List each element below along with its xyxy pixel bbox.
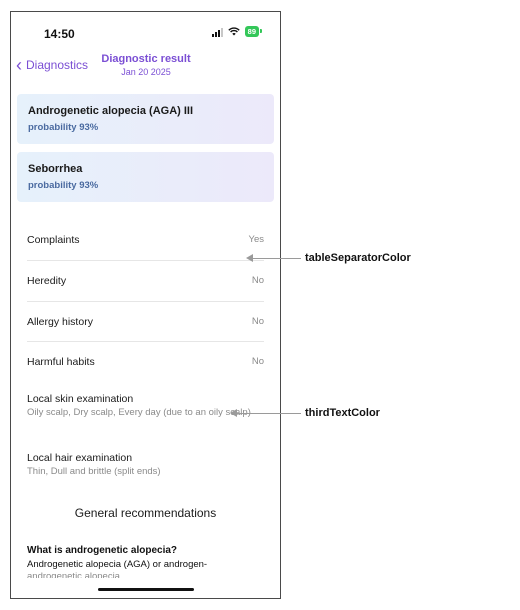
annotation-label: thirdTextColor <box>305 407 380 419</box>
nav-title: Diagnostic result Jan 20 2025 <box>96 53 196 77</box>
row-label: Heredity <box>27 275 67 287</box>
diagnosis-card[interactable]: Seborrhea probability 93% <box>17 152 274 202</box>
page-date: Jan 20 2025 <box>121 67 171 77</box>
annotation-arrow <box>246 254 301 262</box>
row-value: No <box>251 316 264 327</box>
battery-icon: 89 <box>244 26 263 37</box>
annotation-line <box>237 412 301 414</box>
annotation-label: tableSeparatorColor <box>305 252 411 264</box>
row-value: Yes <box>248 234 265 245</box>
wifi-icon <box>227 27 240 36</box>
annotation-arrow <box>230 409 301 417</box>
table-separator <box>27 301 264 302</box>
diagnosis-card[interactable]: Androgenetic alopecia (AGA) III probabil… <box>17 94 274 144</box>
table-separator <box>27 260 264 261</box>
hair-examination: Local hair examination Thin, Dull and br… <box>27 452 267 478</box>
exam-title: Local skin examination <box>27 393 134 405</box>
diagnosis-title: Androgenetic alopecia (AGA) III <box>28 105 194 117</box>
signal-icon <box>211 27 223 37</box>
row-label: Allergy history <box>27 316 93 328</box>
annotation-line <box>253 257 301 259</box>
recommendations-title: General recommendations <box>74 506 217 520</box>
faq-question[interactable]: What is androgenetic alopecia? <box>27 545 177 556</box>
status-time: 14:50 <box>44 27 75 41</box>
chevron-left-icon: ‹ <box>16 55 22 75</box>
page-title: Diagnostic result <box>101 53 191 65</box>
home-indicator <box>98 588 194 591</box>
diagnosis-probability: probability 93% <box>28 122 99 133</box>
row-label: Complaints <box>27 234 80 246</box>
faq-answer: Androgenetic alopecia (AGA) or androgen- <box>27 559 208 570</box>
phone-frame: 14:50 89 ‹ Diagnostics Diagnostic result… <box>10 11 281 599</box>
arrow-left-icon <box>246 254 253 262</box>
row-value: No <box>251 275 264 286</box>
exam-title: Local hair examination <box>27 452 133 464</box>
arrow-left-icon <box>230 409 237 417</box>
faq-answer-fade: androgenetic alopecia <box>27 571 120 578</box>
status-icons: 89 <box>211 26 263 37</box>
back-button[interactable]: ‹ Diagnostics <box>16 56 88 74</box>
table-separator <box>27 341 264 342</box>
row-label: Harmful habits <box>27 356 95 368</box>
diagnosis-title: Seborrhea <box>28 163 83 175</box>
back-label: Diagnostics <box>26 58 89 72</box>
diagnosis-probability: probability 93% <box>28 180 99 191</box>
exam-text: Thin, Dull and brittle (split ends) <box>27 466 161 477</box>
row-value: No <box>251 356 264 367</box>
